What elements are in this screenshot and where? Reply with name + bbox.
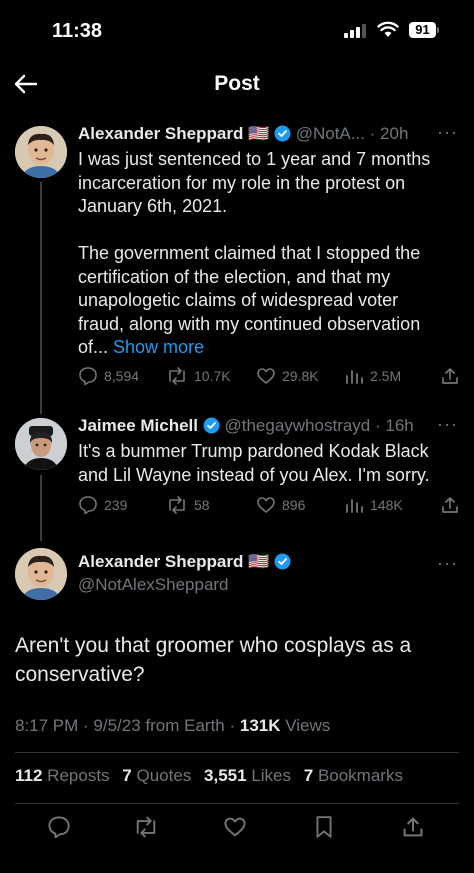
wifi-icon — [377, 21, 399, 43]
post-timestamp: 8:17 PM · 9/5/23 from Earth · — [15, 716, 240, 735]
bookmark-icon — [316, 816, 332, 838]
tweet-actions: 8,594 10.7K 29.8K 2.5M — [78, 366, 462, 388]
quotes-stat[interactable]: 7 Quotes — [122, 766, 191, 785]
reply-button[interactable] — [47, 815, 71, 844]
user-handle[interactable]: @NotA... — [296, 124, 365, 143]
views-button[interactable]: 148K — [344, 495, 403, 515]
more-options-icon[interactable]: ··· — [437, 553, 458, 574]
like-button[interactable]: 29.8K — [256, 366, 319, 386]
display-name[interactable]: Alexander Sheppard — [78, 552, 243, 571]
view-count: 148K — [370, 497, 403, 513]
verified-badge-icon — [203, 417, 220, 439]
share-icon — [403, 817, 423, 837]
battery-icon: 91 — [409, 22, 436, 38]
more-options-icon[interactable]: ··· — [437, 414, 458, 435]
avatar[interactable] — [15, 418, 67, 470]
reply-icon — [79, 367, 97, 386]
analytics-icon — [346, 370, 363, 384]
status-time: 11:38 — [52, 20, 103, 42]
view-count: 131K — [239, 716, 281, 735]
tweet-paragraph: I was just sentenced to 1 year and 7 mon… — [78, 149, 431, 216]
share-icon — [442, 497, 458, 513]
verified-badge-icon — [274, 125, 291, 147]
post-text: Aren't you that groomer who cosplays as … — [15, 634, 412, 686]
user-handle[interactable]: @NotAlexSheppard — [78, 575, 458, 595]
repost-icon — [169, 496, 185, 514]
more-options-icon[interactable]: ··· — [437, 122, 458, 143]
views-label: Views — [280, 716, 331, 735]
heart-icon — [224, 817, 246, 837]
avatar[interactable] — [15, 548, 67, 600]
reply-button[interactable]: 8,594 — [78, 366, 139, 386]
thread-connector-line — [40, 475, 42, 541]
cellular-signal-icon — [344, 24, 370, 38]
repost-button[interactable] — [133, 815, 159, 844]
show-more-link[interactable]: Show more — [113, 337, 204, 357]
tweet-header: Jaimee Michell @thegaywhostrayd · 16h — [78, 416, 458, 439]
heart-icon — [257, 497, 275, 513]
repost-icon — [136, 816, 156, 838]
bookmark-button[interactable] — [313, 815, 335, 844]
thread-connector-line — [40, 182, 42, 414]
repost-button[interactable]: 10.7K — [166, 366, 231, 386]
like-button[interactable] — [223, 815, 247, 844]
like-button[interactable]: 896 — [256, 495, 305, 515]
post-meta: 8:17 PM · 9/5/23 from Earth · 131K Views — [15, 716, 330, 736]
repost-count: 10.7K — [194, 368, 231, 384]
likes-stat[interactable]: 3,551 Likes — [204, 766, 291, 785]
engagement-stats: 112 Reposts 7 Quotes 3,551 Likes 7 Bookm… — [15, 766, 411, 786]
us-flag-emoji: 🇺🇸 — [248, 124, 270, 143]
views-button[interactable]: 2.5M — [344, 366, 401, 386]
display-name[interactable]: Jaimee Michell — [78, 416, 198, 435]
share-button[interactable] — [440, 495, 460, 515]
tweet-paragraph: The government claimed that I stopped th… — [78, 243, 421, 357]
battery-tip — [437, 27, 439, 33]
repost-button[interactable]: 58 — [166, 495, 210, 515]
reply-button[interactable]: 239 — [78, 495, 127, 515]
verified-badge-icon — [274, 553, 291, 575]
share-icon — [442, 368, 458, 384]
display-name[interactable]: Alexander Sheppard — [78, 124, 243, 143]
post-author: Alexander Sheppard 🇺🇸 — [78, 552, 458, 575]
share-button[interactable] — [401, 815, 425, 844]
page-title: Post — [214, 72, 260, 95]
post-time: 20h — [380, 124, 409, 143]
us-flag-emoji: 🇺🇸 — [248, 552, 270, 571]
heart-icon — [257, 368, 275, 384]
bookmarks-stat[interactable]: 7 Bookmarks — [304, 766, 403, 785]
tweet-header: Alexander Sheppard 🇺🇸 @NotA... · 20h — [78, 124, 458, 147]
repost-icon — [169, 367, 185, 385]
tweet-text: It's a bummer Trump pardoned Kodak Black… — [78, 441, 430, 485]
tweet-actions: 239 58 896 148K — [78, 495, 462, 517]
like-count: 896 — [282, 497, 306, 513]
share-button[interactable] — [440, 366, 460, 386]
avatar[interactable] — [15, 126, 67, 178]
post-action-bar — [0, 815, 474, 845]
reply-icon — [79, 496, 97, 515]
view-count: 2.5M — [370, 368, 402, 384]
reply-count: 8,594 — [104, 368, 140, 384]
reply-icon — [48, 816, 70, 839]
user-handle[interactable]: @thegaywhostrayd — [224, 416, 370, 435]
post-time: 16h — [385, 416, 414, 435]
divider — [15, 803, 459, 804]
reply-count: 239 — [104, 497, 128, 513]
status-bar: 11:38 91 — [0, 0, 474, 56]
repost-count: 58 — [194, 497, 210, 513]
like-count: 29.8K — [282, 368, 319, 384]
analytics-icon — [346, 499, 363, 513]
top-navigation: Post — [0, 60, 474, 108]
divider — [15, 752, 459, 753]
tweet-text: I was just sentenced to 1 year and 7 mon… — [78, 148, 448, 360]
reposts-stat[interactable]: 112 Reposts — [15, 766, 110, 785]
